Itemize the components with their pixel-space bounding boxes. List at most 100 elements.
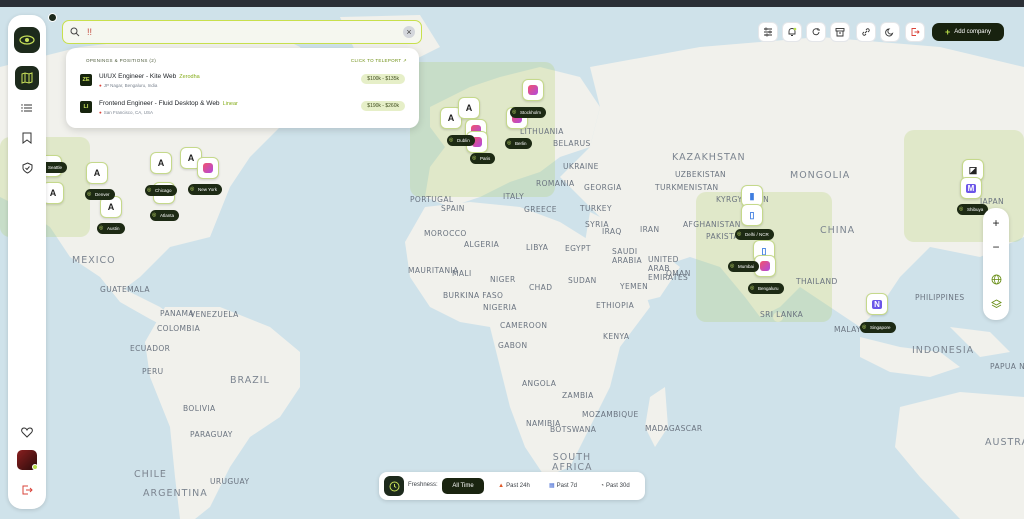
sidebar-item-logout[interactable] <box>15 478 39 502</box>
company-logo: ZE <box>80 74 92 86</box>
sidebar-collapse-toggle[interactable] <box>48 13 57 22</box>
map-label-mozambique: MOZAMBIQUE <box>582 410 639 419</box>
company-marker[interactable]: A <box>86 162 108 184</box>
map-label-indonesia: INDONESIA <box>912 345 975 356</box>
layers-icon <box>990 298 1002 308</box>
city-pill-delhi[interactable]: Delhi / NCR <box>735 229 774 240</box>
company-marker[interactable]: A <box>458 97 480 119</box>
map-label-paraguay: PARAGUAY <box>190 430 233 439</box>
city-pill-paris[interactable]: Paris <box>470 153 496 164</box>
company-marker[interactable]: A <box>150 152 172 174</box>
city-pill-berlin[interactable]: Berlin <box>505 138 532 149</box>
search-bar[interactable]: !! × <box>62 20 422 44</box>
city-pill-chicago[interactable]: Chicago <box>145 185 177 196</box>
map-label-ecuador: ECUADOR <box>130 344 171 353</box>
link-icon <box>862 28 870 36</box>
city-pill-dublin[interactable]: Dublin <box>447 135 475 146</box>
city-pill-atlanta[interactable]: Atlanta <box>150 210 180 221</box>
freshness-label: Freshness: <box>408 482 438 488</box>
map-label-zambia: ZAMBIA <box>562 391 594 400</box>
freshness-option-past-30d[interactable]: ◔ Past 30d <box>592 478 638 494</box>
map-label-panama: PANAMA <box>160 309 194 318</box>
company-marker[interactable]: M <box>960 177 982 199</box>
sidebar-item-map[interactable] <box>15 66 39 90</box>
pin-icon: ● <box>99 110 102 115</box>
refresh-button[interactable] <box>806 22 826 42</box>
map-label-thailand: THAILAND <box>796 277 838 286</box>
map-label-burkina-faso: BURKINA FASO <box>443 291 504 300</box>
map-label-saudi-arabia: SAUDI ARABIA <box>612 247 643 265</box>
browser-top-strip <box>0 0 1024 7</box>
result-item[interactable]: ZE UI/UX Engineer - Kite Web Zerodha ● JP … <box>80 72 405 94</box>
sidebar-item-verified[interactable] <box>15 156 39 180</box>
result-item[interactable]: LI Frontend Engineer - Fluid Desktop & W… <box>80 99 405 121</box>
flame-icon: ▲ <box>498 483 505 489</box>
zoom-in-button[interactable]: + <box>986 213 1006 233</box>
freshness-option-all-time[interactable]: All Time <box>442 478 484 494</box>
map-label-portugal: PORTUGAL <box>410 195 454 204</box>
freshness-option-past-7d[interactable]: ▦ Past 7d <box>541 478 585 494</box>
map-label-peru: PERU <box>142 367 164 376</box>
map-label-syria: SYRIA <box>585 220 609 229</box>
sidebar-item-favorites[interactable] <box>15 420 39 444</box>
company-marker[interactable] <box>522 79 544 101</box>
map-label-chad: CHAD <box>529 283 553 292</box>
map-label-cameroon: CAMEROON <box>500 321 548 330</box>
company-marker[interactable]: ▯ <box>741 204 763 226</box>
city-pill-new-york[interactable]: New York <box>188 184 223 195</box>
map-controls: + − <box>983 208 1009 320</box>
city-pill-denver[interactable]: Denver <box>85 189 115 200</box>
heart-icon <box>21 426 33 438</box>
clear-search-icon[interactable]: × <box>403 26 415 38</box>
map-label-yemen: YEMEN <box>620 282 649 291</box>
add-company-label: Add company <box>954 29 991 35</box>
map-label-uzbekistan: UZBEKISTAN <box>675 170 727 179</box>
sidebar <box>8 15 46 509</box>
map-label-algeria: ALGERIA <box>464 240 500 249</box>
city-pill-stockholm[interactable]: Stockholm <box>510 107 547 118</box>
calendar-icon: ▦ <box>548 483 555 489</box>
map-label-turkey: TURKEY <box>580 204 612 213</box>
results-header: OPENINGS & POSITIONS (2) <box>86 58 157 63</box>
add-company-button[interactable]: + Add company <box>932 23 1004 41</box>
map-label-libya: LIBYA <box>526 243 549 252</box>
filters-button[interactable] <box>758 22 778 42</box>
map-label-colombia: COLOMBIA <box>157 324 201 333</box>
map-label-venezuela: VENEZUELA <box>190 310 239 319</box>
map-label-argentina: ARGENTINA <box>143 488 208 499</box>
globe-button[interactable] <box>986 269 1006 289</box>
sidebar-item-list[interactable] <box>15 96 39 120</box>
result-title: UI/UX Engineer - Kite Web Zerodha <box>99 73 200 80</box>
city-pill-bengaluru[interactable]: Bengaluru <box>748 283 784 294</box>
sidebar-item-saved[interactable] <box>15 126 39 150</box>
freshness-option-past-24h[interactable]: ▲ Past 24h <box>491 478 537 494</box>
result-location: ● San Francisco, CA, USA <box>99 110 153 115</box>
map-label-lithuania: LITHUANIA <box>520 127 564 136</box>
zoom-out-button[interactable]: − <box>986 237 1006 257</box>
archive-icon <box>835 28 845 37</box>
exit-button[interactable] <box>905 22 925 42</box>
salary-badge: $100k - $135k <box>361 74 405 84</box>
city-pill-mumbai[interactable]: Mumbai <box>728 261 760 272</box>
map-label-gabon: GABON <box>498 341 528 350</box>
company-marker[interactable] <box>197 157 219 179</box>
map-label-georgia: GEORGIA <box>584 183 622 192</box>
link-button[interactable] <box>856 22 876 42</box>
layers-button[interactable] <box>986 294 1006 314</box>
map-label-ethiopia: ETHIOPIA <box>596 301 635 310</box>
search-input[interactable]: !! <box>87 27 92 37</box>
map-label-kazakhstan: KAZAKHSTAN <box>672 152 746 163</box>
teleport-link[interactable]: CLICK TO TELEPORT ↗ <box>351 58 407 64</box>
map-label-uruguay: URUGUAY <box>210 477 250 486</box>
theme-toggle-button[interactable] <box>880 22 900 42</box>
company-marker[interactable]: N <box>866 293 888 315</box>
city-pill-singapore[interactable]: Singapore <box>860 322 896 333</box>
map-label-south-africa: SOUTH AFRICA <box>552 452 593 473</box>
eye-logo-icon[interactable] <box>14 27 40 53</box>
map-label-guatemala: GUATEMALA <box>100 285 150 294</box>
map-label-philippines: PHILIPPINES <box>915 293 965 302</box>
notifications-button[interactable] <box>782 22 802 42</box>
archive-button[interactable] <box>830 22 850 42</box>
city-pill-austin[interactable]: Austin <box>97 223 125 234</box>
map-label-afghanistan: AFGHANISTAN <box>683 220 741 229</box>
